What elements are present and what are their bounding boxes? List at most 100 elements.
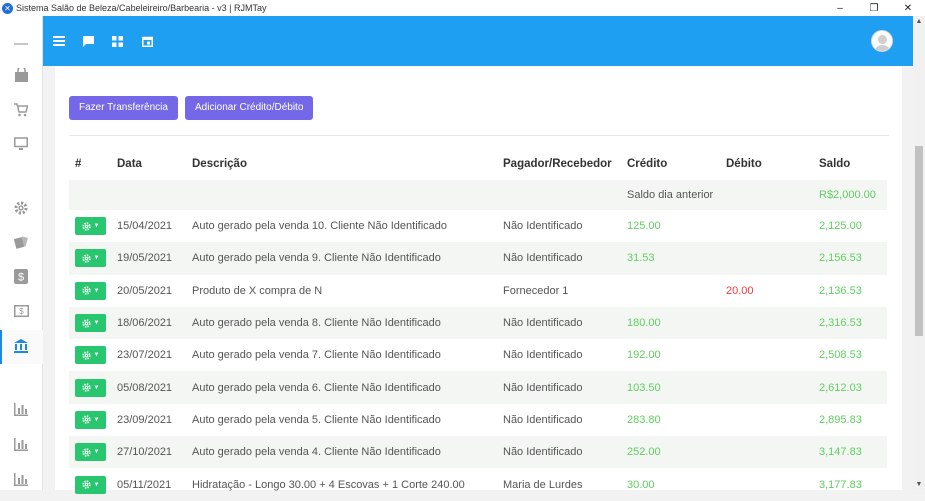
cell-payer: Não Identificado <box>503 349 583 362</box>
cell-balance: 2,895.83 <box>819 413 862 426</box>
table-row: ▼ 05/11/2021 Hidratação - Longo 30.00 + 4 … <box>69 468 887 500</box>
calendar-icon[interactable] <box>140 34 154 48</box>
cell-desc: Produto de X compra de N <box>192 284 323 297</box>
table-header-row: # Data Descrição Pagador/Recebedor Crédi… <box>69 148 887 180</box>
cell-payer: Não Identificado <box>503 413 583 426</box>
cell-date: 23/07/2021 <box>117 349 173 362</box>
cell-desc: Auto gerado pela venda 8. Cliente Não Id… <box>192 306 503 340</box>
dash-icon[interactable] <box>12 36 30 52</box>
gear-icon <box>81 318 91 328</box>
chevron-down-icon: ▼ <box>93 223 100 230</box>
chevron-down-icon: ▼ <box>93 352 100 359</box>
col-header-debit: Débito <box>726 158 762 170</box>
gear-icon[interactable] <box>12 200 30 216</box>
minimize-button[interactable]: – <box>823 3 857 14</box>
gear-icon <box>81 286 91 295</box>
cell-date: 23/09/2021 <box>117 413 173 426</box>
scroll-up-arrow[interactable]: ▲ <box>915 18 923 25</box>
cell-desc: Hidratação - Longo 30.00 + 4 Escovas + 1… <box>192 478 465 491</box>
close-button[interactable]: ✕ <box>891 3 925 14</box>
cell-credit: 31.53 <box>627 242 726 275</box>
cell-desc: Auto gerado pela venda 7. Cliente Não Id… <box>192 349 441 362</box>
cell-payer: Não Identificado <box>503 220 583 233</box>
cell-balance: 2,156.53 <box>819 242 887 275</box>
cell-payer: Não Identificado <box>503 242 627 275</box>
menu-icon[interactable] <box>52 34 66 48</box>
transfer-button[interactable]: Fazer Transferência <box>69 96 178 120</box>
row-actions-button[interactable]: ▼ <box>75 249 106 268</box>
bar-chart-icon[interactable] <box>12 471 30 487</box>
previous-balance-row: Saldo dia anterior R$2,000.00 <box>69 180 887 210</box>
shopping-bag-icon[interactable] <box>12 67 30 83</box>
cell-debit <box>726 404 819 436</box>
window-title: Sistema Salão de Beleza/Cabeleireiro/Bar… <box>16 3 267 13</box>
sidebar: $ $ <box>0 16 43 490</box>
cards-icon[interactable] <box>12 234 30 250</box>
money-icon[interactable]: $ <box>12 303 30 319</box>
gear-icon <box>81 351 91 360</box>
chat-icon[interactable] <box>81 34 95 48</box>
cell-debit <box>726 210 819 242</box>
row-actions-button[interactable]: ▼ <box>75 281 106 300</box>
dollar-box-icon[interactable]: $ <box>12 268 30 284</box>
cell-desc: Auto gerado pela venda 5. Cliente Não Id… <box>192 413 441 426</box>
cell-balance: 3,177.83 <box>819 478 862 491</box>
avatar[interactable] <box>871 30 893 52</box>
col-header-credit: Crédito <box>627 158 668 170</box>
gear-icon <box>81 415 91 425</box>
cell-credit: 192.00 <box>627 349 661 362</box>
monitor-icon[interactable] <box>12 136 30 152</box>
cell-date: 15/04/2021 <box>117 220 173 233</box>
bar-chart-icon[interactable] <box>12 436 30 452</box>
row-actions-button[interactable]: ▼ <box>75 217 106 236</box>
svg-text:$: $ <box>19 307 24 316</box>
previous-balance-label: Saldo dia anterior <box>627 180 819 210</box>
cart-icon[interactable] <box>12 102 30 118</box>
bar-chart-icon[interactable] <box>12 401 30 417</box>
scrollbar[interactable]: ▲ ▼ <box>913 16 925 490</box>
cell-balance: 2,136.53 <box>819 284 862 297</box>
row-actions-button[interactable]: ▼ <box>75 378 106 397</box>
scroll-down-arrow[interactable]: ▼ <box>915 481 923 488</box>
maximize-button[interactable]: ❐ <box>857 3 891 14</box>
chevron-down-icon: ▼ <box>93 481 100 488</box>
top-navbar <box>43 16 913 66</box>
app-icon: ✕ <box>2 2 13 14</box>
table-row: ▼ 20/05/2021 Produto de X compra de N Forne… <box>69 275 887 307</box>
row-actions-button[interactable]: ▼ <box>75 475 106 494</box>
cell-desc: Auto gerado pela venda 4. Cliente Não Id… <box>192 436 503 469</box>
cell-balance: 2,125.00 <box>819 220 862 233</box>
row-actions-button[interactable]: ▼ <box>75 410 106 429</box>
bank-icon[interactable] <box>12 338 30 354</box>
chevron-down-icon: ▼ <box>93 255 100 262</box>
row-actions-button[interactable]: ▼ <box>75 314 106 333</box>
cell-payer: Não Identificado <box>503 371 627 404</box>
gear-icon <box>81 448 91 457</box>
grid-icon[interactable] <box>110 34 124 48</box>
col-header-balance: Saldo <box>819 158 851 170</box>
cell-credit: 125.00 <box>627 220 661 233</box>
table-row: ▼ 27/10/2021 Auto gerado pela venda 4. Cli… <box>69 436 887 469</box>
main-card: Fazer Transferência Adicionar Crédito/Dé… <box>55 16 925 494</box>
add-credit-debit-button[interactable]: Adicionar Crédito/Débito <box>185 96 314 120</box>
cell-balance: 3,147.83 <box>819 436 887 469</box>
cell-payer: Não Identificado <box>503 436 627 469</box>
row-actions-button[interactable]: ▼ <box>75 443 106 462</box>
row-actions-button[interactable]: ▼ <box>75 346 106 365</box>
cell-debit <box>726 339 819 371</box>
cell-balance: 2,612.03 <box>819 371 887 404</box>
cell-debit <box>726 436 819 469</box>
cell-desc: Auto gerado pela venda 6. Cliente Não Id… <box>192 371 503 404</box>
cell-payer: Fornecedor 1 <box>503 284 569 297</box>
cell-date: 27/10/2021 <box>117 436 192 469</box>
chevron-down-icon: ▼ <box>93 320 100 327</box>
cell-debit <box>726 468 819 500</box>
table-row: ▼ 23/09/2021 Auto gerado pela venda 5. Cli… <box>69 404 887 436</box>
cell-date: 20/05/2021 <box>117 284 173 297</box>
col-header-num: # <box>75 158 82 170</box>
cell-debit <box>726 306 819 340</box>
cell-payer: Maria de Lurdes <box>503 478 583 491</box>
col-header-date: Data <box>117 158 142 170</box>
scroll-thumb[interactable] <box>915 146 923 336</box>
table-row: ▼ 19/05/2021 Auto gerado pela venda 9. Cli… <box>69 242 887 275</box>
